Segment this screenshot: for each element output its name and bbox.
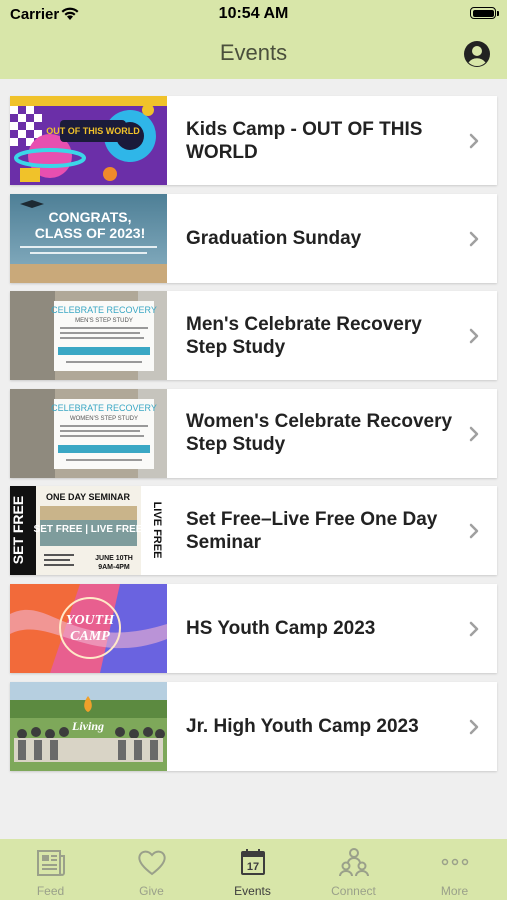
event-row[interactable]: SET FREE LIVE FREE ONE DAY SEMINAR SET F… xyxy=(10,486,497,576)
event-title: Set Free–Live Free One Day Seminar xyxy=(186,508,438,553)
event-title: Kids Camp - OUT OF THIS WORLD xyxy=(186,118,423,163)
event-row[interactable]: CELEBRATE RECOVERY MEN'S STEP STUDY Men'… xyxy=(10,291,497,381)
event-thumbnail: CELEBRATE RECOVERY MEN'S STEP STUDY xyxy=(10,291,167,381)
event-thumbnail: CONGRATS, CLASS OF 2023! xyxy=(10,193,167,283)
svg-text:ONE DAY SEMINAR: ONE DAY SEMINAR xyxy=(46,492,131,502)
tab-label: Connect xyxy=(331,884,376,898)
chevron-right-icon xyxy=(469,328,479,344)
event-row[interactable]: Living Jr. High Youth Camp 2023 xyxy=(10,681,497,771)
profile-icon[interactable] xyxy=(463,40,491,68)
calendar-icon: 17 xyxy=(241,849,265,875)
svg-text:MEN'S STEP STUDY: MEN'S STEP STUDY xyxy=(75,318,133,324)
svg-text:JUNE 10TH: JUNE 10TH xyxy=(95,555,133,562)
svg-text:YOUTH: YOUTH xyxy=(66,613,115,628)
event-thumbnail: Living xyxy=(10,681,167,771)
chevron-right-icon xyxy=(469,133,479,149)
tab-bar: Feed Give 17 Events Connect More xyxy=(0,839,507,900)
event-thumbnail: OUT OF THIS WORLD xyxy=(10,96,167,185)
chevron-right-icon xyxy=(469,621,479,637)
calendar-day: 17 xyxy=(247,861,259,873)
tab-label: Feed xyxy=(36,884,65,898)
event-title: Graduation Sunday xyxy=(186,227,362,249)
event-row[interactable]: OUT OF THIS WORLD Kids Camp - OUT OF THI… xyxy=(10,96,497,185)
people-icon xyxy=(339,848,369,877)
chevron-right-icon xyxy=(469,231,479,246)
event-row[interactable]: CONGRATS, CLASS OF 2023! Graduation Sund… xyxy=(10,193,497,283)
chevron-right-icon xyxy=(469,524,479,539)
tab-label: Give xyxy=(139,884,164,898)
tab-connect[interactable]: Connect xyxy=(303,839,404,900)
chevron-right-icon xyxy=(469,426,479,442)
svg-text:SET FREE | LIVE FREE: SET FREE | LIVE FREE xyxy=(34,524,143,535)
svg-text:CLASS OF 2023!: CLASS OF 2023! xyxy=(35,225,145,241)
tab-events[interactable]: 17 Events xyxy=(202,839,303,900)
event-title: Men's Celebrate Recovery Step Study xyxy=(186,313,422,358)
event-thumbnail: CELEBRATE RECOVERY WOMEN'S STEP STUDY xyxy=(10,388,167,478)
status-bar: Carrier 10:54 AM xyxy=(0,0,507,28)
thumb-text: Living xyxy=(71,719,104,733)
events-list: OUT OF THIS WORLD Kids Camp - OUT OF THI… xyxy=(10,96,497,779)
event-title: Women's Celebrate Recovery Step Study xyxy=(186,411,453,456)
event-thumbnail: SET FREE LIVE FREE ONE DAY SEMINAR SET F… xyxy=(10,486,167,576)
tab-label: More xyxy=(440,884,469,898)
tab-more[interactable]: More xyxy=(404,839,505,900)
svg-text:SET FREE: SET FREE xyxy=(10,496,26,564)
svg-text:CONGRATS,: CONGRATS, xyxy=(49,209,132,225)
thumb-text: OUT OF THIS WORLD xyxy=(46,126,140,136)
heart-icon xyxy=(138,850,166,876)
newspaper-icon xyxy=(37,850,65,876)
svg-text:CELEBRATE RECOVERY: CELEBRATE RECOVERY xyxy=(51,305,157,315)
tab-feed[interactable]: Feed xyxy=(0,839,101,900)
svg-text:WOMEN'S STEP STUDY: WOMEN'S STEP STUDY xyxy=(70,416,138,422)
status-time: 10:54 AM xyxy=(218,5,289,22)
svg-text:CAMP: CAMP xyxy=(70,629,110,644)
chevron-right-icon xyxy=(469,719,479,734)
svg-text:LIVE FREE: LIVE FREE xyxy=(151,502,163,559)
battery-icon xyxy=(470,7,496,19)
navigation-header: Carrier 10:54 AM Events xyxy=(0,0,507,79)
svg-text:CELEBRATE RECOVERY: CELEBRATE RECOVERY xyxy=(51,403,157,413)
tab-label: Events xyxy=(234,884,271,898)
event-row[interactable]: CELEBRATE RECOVERY WOMEN'S STEP STUDY Wo… xyxy=(10,388,497,478)
battery-cap xyxy=(497,11,499,16)
event-title: Jr. High Youth Camp 2023 xyxy=(186,715,419,737)
event-row[interactable]: YOUTH CAMP HS Youth Camp 2023 xyxy=(10,583,497,673)
page-title: Events xyxy=(219,40,288,65)
ellipsis-icon xyxy=(441,858,469,866)
event-thumbnail: YOUTH CAMP xyxy=(10,583,167,673)
tab-give[interactable]: Give xyxy=(101,839,202,900)
event-title: HS Youth Camp 2023 xyxy=(186,617,376,639)
svg-text:9AM-4PM: 9AM-4PM xyxy=(98,564,130,571)
